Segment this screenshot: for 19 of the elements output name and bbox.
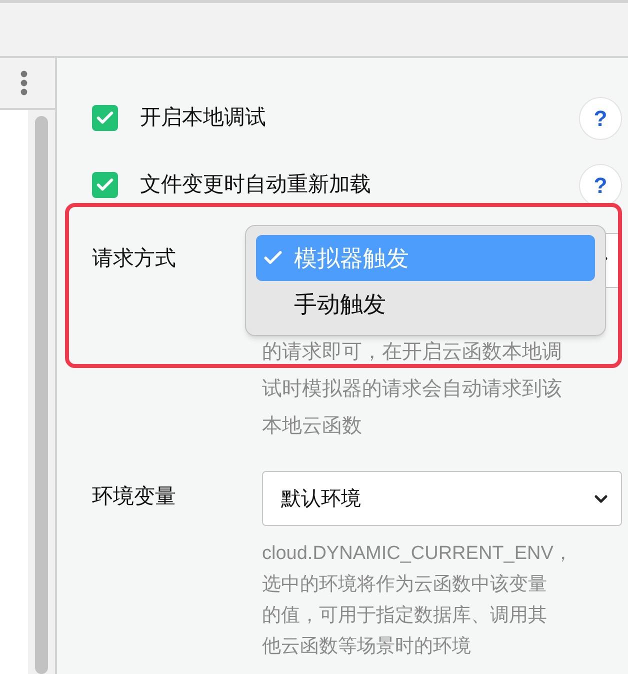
checkbox-label: 文件变更时自动重新加载 — [140, 172, 371, 198]
environment-select[interactable]: 默认环境 — [262, 471, 622, 526]
description-text: 他云函数等场景时的环境 — [262, 635, 472, 659]
scrollbar-thumb[interactable] — [35, 116, 48, 674]
description-text: 试时模拟器的请求会自动请求到该 — [262, 377, 563, 402]
description-text: 选中的环境将作为云函数中该变量 — [262, 573, 548, 597]
help-button[interactable]: ? — [579, 96, 622, 140]
field-label: 环境变量 — [92, 485, 176, 508]
checkbox-label: 开启本地调试 — [140, 105, 266, 132]
field-label: 请求方式 — [92, 247, 176, 270]
description-text: cloud.DYNAMIC_CURRENT_ENV， — [262, 542, 574, 566]
description-text: 本地云函数 — [262, 414, 363, 439]
checkbox[interactable] — [92, 172, 118, 198]
description-text: 的请求即可，在开启云函数本地调 — [262, 340, 563, 365]
dropdown-option[interactable]: 模拟器触发 — [256, 235, 595, 281]
dropdown-option[interactable]: 手动触发 — [256, 281, 595, 327]
more-icon[interactable] — [20, 70, 28, 96]
checkbox[interactable] — [92, 105, 118, 131]
description-text: 的值，可用于指定数据库、调用其 — [262, 604, 548, 628]
